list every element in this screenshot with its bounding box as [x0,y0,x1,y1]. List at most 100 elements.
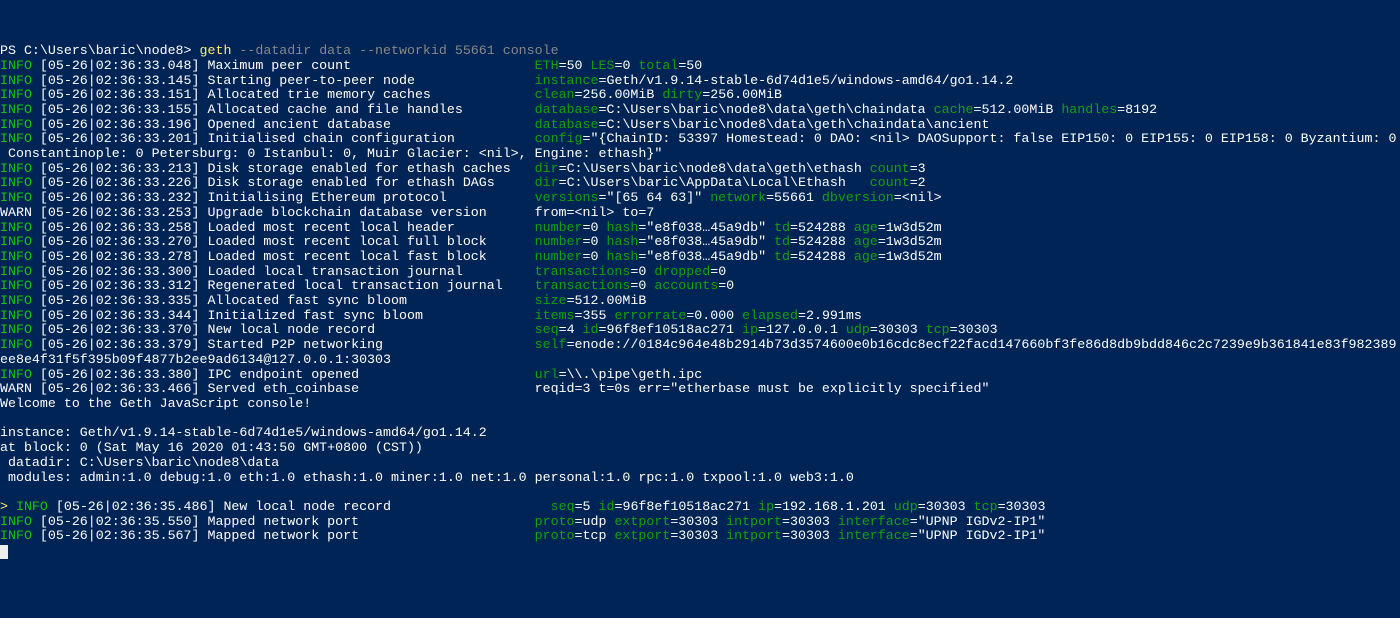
log-text: instance: Geth/v1.9.14-stable-6d74d1e5/w… [0,425,487,440]
log-text: [05-26|02:36:33.278] Loaded most recent … [40,249,535,264]
kv-key: intport [726,514,782,529]
log-text: [05-26|02:36:33.213] Disk storage enable… [40,161,535,176]
terminal-output[interactable]: PS C:\Users\baric\node8> geth --datadir … [0,44,1400,559]
log-level: INFO [0,249,40,264]
kv-key: udp [894,499,918,514]
log-text: ="UPNP IGDv2-IP1" [910,528,1046,543]
kv-key: age [854,249,878,264]
log-line: INFO [05-26|02:36:33.335] Allocated fast… [0,294,1400,309]
log-text: =3 [910,161,926,176]
kv-key: transactions [535,264,631,279]
kv-key: ip [742,322,758,337]
log-text: =C:\Users\baric\node8\data\geth\chaindat… [598,117,989,132]
log-text: =256.00MiB [702,87,782,102]
log-text: =30303 [782,528,838,543]
kv-key: dropped [654,264,710,279]
prompt-prefix: PS C:\Users\baric\node8> [0,43,200,58]
log-text: =<nil> [894,190,942,205]
kv-key: database [535,102,599,117]
cursor-line[interactable] [0,544,1400,559]
log-text: ="e8f038…45a9db" [638,249,774,264]
kv-key: interface [838,528,910,543]
log-text: [05-26|02:36:33.151] Allocated trie memo… [40,87,535,102]
log-line [0,485,1400,500]
log-text: [05-26|02:36:33.335] Allocated fast sync… [40,293,535,308]
log-text: =512.00MiB [567,293,647,308]
log-line: INFO [05-26|02:36:33.258] Loaded most re… [0,221,1400,236]
log-text: =0.000 [686,308,742,323]
log-text: [05-26|02:36:33.155] Allocated cache and… [40,102,535,117]
kv-key: hash [606,234,638,249]
log-text: =C:\Users\baric\node8\data\geth\chaindat… [598,102,933,117]
log-text: =0 [630,278,654,293]
log-text: =355 [575,308,615,323]
kv-key: clean [535,87,575,102]
log-text: =1w3d52m [878,249,942,264]
log-line: instance: Geth/v1.9.14-stable-6d74d1e5/w… [0,426,1400,441]
kv-key: dirty [662,87,702,102]
log-text: =127.0.0.1 [758,322,846,337]
log-line: INFO [05-26|02:36:35.567] Mapped network… [0,529,1400,544]
log-level: INFO [0,102,40,117]
log-text: =30303 [870,322,926,337]
log-text: =0 [630,264,654,279]
log-level: INFO [0,58,40,73]
kv-key: database [535,117,599,132]
log-text: =C:\Users\baric\AppData\Local\Ethash [559,175,870,190]
log-level: INFO [0,293,40,308]
kv-key: udp [846,322,870,337]
log-level: INFO [0,87,40,102]
log-text: =8192 [1117,102,1157,117]
log-level: INFO [16,499,56,514]
log-text: modules: admin:1.0 debug:1.0 eth:1.0 eth… [0,470,854,485]
kv-key: number [535,220,583,235]
log-level: INFO [0,234,40,249]
log-text: =enode://0184c964e48b2914b73d3574600e0b1… [567,337,1397,352]
log-text: [05-26|02:36:33.258] Loaded most recent … [40,220,535,235]
log-text: =0 [583,220,607,235]
log-text: =30303 [670,528,726,543]
log-text: [05-26|02:36:33.379] Started P2P network… [40,337,535,352]
log-text: =2.991ms [798,308,862,323]
log-line: INFO [05-26|02:36:33.232] Initialising E… [0,191,1400,206]
log-level: INFO [0,308,40,323]
log-text: =udp [575,514,615,529]
kv-key: versions [535,190,599,205]
log-line: at block: 0 (Sat May 16 2020 01:43:50 GM… [0,441,1400,456]
log-text: ="[65 64 63]" [598,190,710,205]
kv-key: count [870,161,910,176]
log-text: ="e8f038…45a9db" [638,234,774,249]
log-text: ee8e4f31f5f395b09f4877b2ee9ad6134@127.0.… [0,352,391,367]
kv-key: hash [606,220,638,235]
kv-key: td [774,220,790,235]
log-line: WARN [05-26|02:36:33.253] Upgrade blockc… [0,206,1400,221]
log-line: Welcome to the Geth JavaScript console! [0,397,1400,412]
log-text: =50 [678,58,702,73]
log-line: Constantinople: 0 Petersburg: 0 Istanbul… [0,147,1400,162]
log-line: > INFO [05-26|02:36:35.486] New local no… [0,500,1400,515]
log-text: =0 [710,264,726,279]
log-text: [05-26|02:36:33.380] IPC endpoint opened [40,367,535,382]
log-line: INFO [05-26|02:36:33.278] Loaded most re… [0,250,1400,265]
log-level: INFO [0,175,40,190]
log-line: INFO [05-26|02:36:33.344] Initialized fa… [0,309,1400,324]
log-text: =2 [910,175,926,190]
log-text: at block: 0 (Sat May 16 2020 01:43:50 GM… [0,440,423,455]
log-line: INFO [05-26|02:36:33.145] Starting peer-… [0,74,1400,89]
log-text: ="{ChainID: 53397 Homestead: 0 DAO: <nil… [583,131,1397,146]
log-text: =96f8ef10518ac271 [614,499,758,514]
log-text: =tcp [575,528,615,543]
kv-key: network [710,190,766,205]
log-line: INFO [05-26|02:36:33.226] Disk storage e… [0,176,1400,191]
log-line: INFO [05-26|02:36:33.155] Allocated cach… [0,103,1400,118]
kv-key: size [535,293,567,308]
log-line: WARN [05-26|02:36:33.466] Served eth_coi… [0,382,1400,397]
log-text: =0 [614,58,638,73]
log-line: INFO [05-26|02:36:33.196] Opened ancient… [0,118,1400,133]
kv-key: proto [535,528,575,543]
kv-key: age [854,234,878,249]
log-text: =1w3d52m [878,234,942,249]
log-text: =C:\Users\baric\node8\data\geth\ethash [559,161,870,176]
log-text: datadir: C:\Users\baric\node8\data [0,455,279,470]
log-text: ="e8f038…45a9db" [638,220,774,235]
